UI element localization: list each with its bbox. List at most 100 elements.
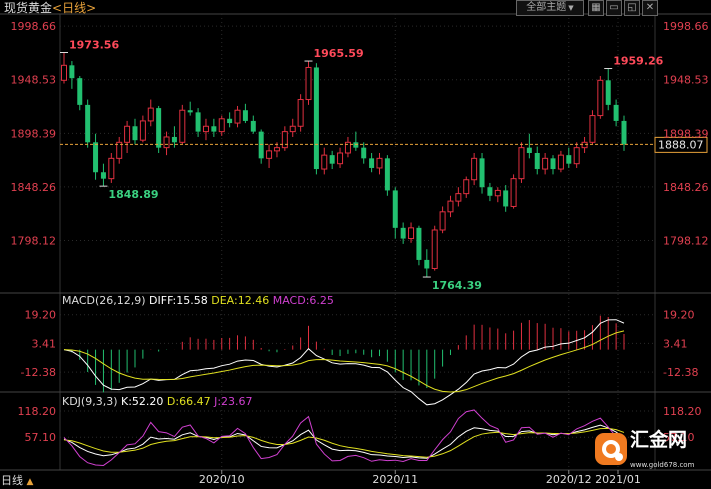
annotation-high1: 1973.56 — [69, 38, 119, 51]
date-tick-2: 2020/12 — [546, 473, 592, 486]
logo-icon — [595, 433, 627, 465]
candle-body-4 — [93, 142, 99, 173]
candlestick-series — [61, 52, 627, 278]
grid-icon[interactable]: ▦ — [588, 0, 604, 16]
candle-body-42 — [392, 190, 398, 228]
candle-body-2 — [77, 78, 83, 105]
period-tab-label: 日线 — [1, 474, 23, 487]
kdj-k-value: K:52.20 — [121, 395, 164, 408]
kdj-d-line — [63, 427, 625, 458]
kdj-params: KDJ(9,3,3) — [62, 395, 118, 408]
candle-body-44 — [408, 227, 415, 240]
instrument-name: 现货黄金 — [4, 1, 53, 15]
candle-body-29 — [289, 125, 296, 133]
theme-dropdown[interactable]: 全部主题 ▼ — [516, 0, 584, 16]
logo-name: 汇金网 — [630, 429, 688, 451]
price-axis-right: 1998.66 1948.53 1898.39 1848.26 1798.12 — [663, 20, 709, 247]
price-tick-left-4: 1798.12 — [11, 235, 57, 248]
maximize-icon[interactable]: ◱ — [624, 0, 640, 16]
instrument-title: 现货黄金<日线> — [4, 1, 96, 15]
price-chart[interactable]: 1888.07 1998.661948.531898.391848.261798… — [0, 0, 711, 489]
kdj-d-value: D:66.47 — [166, 395, 211, 408]
candle-body-25 — [258, 131, 264, 159]
date-tick-1: 2020/11 — [372, 473, 418, 486]
candle-body-31 — [305, 66, 312, 101]
macd-tick-left-1: 3.41 — [32, 337, 57, 350]
macd-params: MACD(26,12,9) — [62, 294, 146, 307]
logo: 汇金网 www.gold678.com — [594, 429, 706, 469]
macd-tick-left-0: 19.20 — [25, 309, 57, 322]
macd-dea-line — [63, 330, 625, 393]
candle-body-43 — [400, 227, 406, 239]
macd-legend: MACD(26,12,9) DIFF:15.58 DEA:12.46 MACD:… — [62, 294, 334, 308]
macd-macd-value: MACD:6.25 — [272, 294, 334, 307]
candle-body-28 — [281, 131, 288, 149]
price-tick-left-2: 1898.39 — [11, 127, 57, 140]
date-axis: 2020/10 2020/11 2020/12 2021/01 — [199, 470, 641, 486]
candle-body-0 — [61, 64, 67, 81]
macd-tick-right-1: 3.41 — [663, 337, 688, 350]
candle-body-37 — [353, 142, 359, 148]
candle-body-69 — [605, 80, 611, 105]
candle-body-61 — [542, 157, 549, 170]
candle-body-41 — [384, 158, 390, 191]
period-selector[interactable]: <日线> — [52, 1, 96, 15]
price-tick-right-0: 1998.66 — [663, 20, 709, 33]
price-tick-right-2: 1898.39 — [663, 127, 709, 140]
candle-body-10 — [139, 120, 146, 141]
annotation-high2: 1965.59 — [314, 47, 364, 60]
candle-body-3 — [85, 104, 91, 143]
kdj-tick-left-1: 57.10 — [25, 431, 57, 444]
kdj-k-line — [63, 424, 625, 459]
candle-body-33 — [321, 154, 328, 170]
candle-body-71 — [621, 120, 627, 145]
kdj-j-value: J:23.67 — [214, 395, 253, 408]
candle-body-67 — [589, 115, 596, 143]
annotation-high3: 1959.26 — [613, 55, 663, 68]
candle-body-46 — [424, 259, 430, 269]
candle-body-20 — [218, 118, 225, 133]
price-axis-left: 1998.66 1948.53 1898.39 1848.26 1798.12 — [11, 20, 57, 247]
price-tick-left-1: 1948.53 — [11, 74, 57, 87]
candle-body-22 — [234, 109, 241, 124]
price-tick-left-0: 1998.66 — [11, 20, 57, 33]
candle-body-68 — [597, 79, 604, 117]
candle-body-27 — [273, 147, 280, 152]
candle-body-5 — [100, 172, 106, 179]
candle-body-11 — [147, 107, 154, 122]
candle-body-55 — [494, 189, 501, 197]
candle-body-19 — [211, 126, 217, 132]
candle-body-59 — [526, 147, 532, 153]
candle-body-38 — [361, 147, 367, 159]
chevron-down-icon: ▼ — [568, 4, 574, 12]
candle-body-26 — [266, 150, 273, 159]
price-tick-right-4: 1798.12 — [663, 235, 709, 248]
candle-body-21 — [227, 118, 233, 124]
candle-body-53 — [479, 158, 485, 188]
candle-body-50 — [455, 193, 462, 202]
macd-tick-left-2: -12.38 — [21, 366, 56, 379]
candle-body-48 — [439, 211, 446, 231]
kdj-legend: KDJ(9,3,3) K:52.20 D:66.47 J:23.67 — [62, 395, 253, 409]
close-icon[interactable]: ✕ — [642, 0, 658, 16]
candle-body-13 — [163, 136, 170, 149]
candle-body-56 — [503, 190, 509, 207]
candle-body-63 — [557, 154, 564, 170]
candle-body-66 — [581, 141, 588, 149]
candle-body-57 — [510, 178, 517, 207]
annotation-low2: 1764.39 — [432, 279, 482, 292]
minimize-icon[interactable]: ▭ — [606, 0, 622, 16]
candle-body-16 — [187, 110, 193, 113]
period-tab[interactable]: 日线 ▲ — [1, 474, 33, 489]
candle-body-32 — [313, 67, 319, 170]
candle-body-9 — [132, 126, 138, 141]
candle-body-15 — [179, 109, 186, 143]
candle-body-45 — [416, 227, 422, 260]
candle-body-35 — [337, 152, 344, 165]
macd-tick-right-2: -12.38 — [663, 366, 698, 379]
annotation-low1: 1848.89 — [108, 188, 158, 201]
candle-body-54 — [487, 187, 493, 196]
date-tick-3: 2021/01 — [595, 473, 641, 486]
date-tick-0: 2020/10 — [199, 473, 245, 486]
candle-body-47 — [431, 229, 438, 269]
